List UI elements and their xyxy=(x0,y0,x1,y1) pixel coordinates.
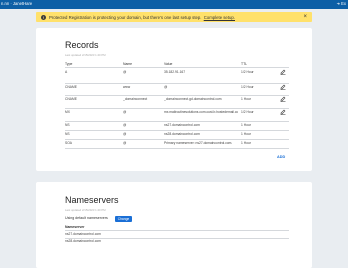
complete-setup-link[interactable]: Complete setup. xyxy=(204,15,235,20)
record-type-cell: A xyxy=(65,70,68,74)
record-type-cell: CNAME xyxy=(65,96,77,101)
record-ttl-cell: 1 Hour xyxy=(241,96,251,101)
row-divider xyxy=(65,82,289,84)
nameservers-card: Nameservers Last updated 2/15/2023 1:40 … xyxy=(36,182,312,268)
edit-icon[interactable] xyxy=(280,96,286,102)
edit-icon[interactable] xyxy=(280,84,286,90)
record-ttl-cell: 1/2 Hour xyxy=(241,84,254,89)
banner-message: Protected Registration is protecting you… xyxy=(49,14,202,20)
record-name-cell: @ xyxy=(123,131,127,136)
change-nameservers-button[interactable]: Change xyxy=(115,216,132,222)
record-name-cell: @ xyxy=(123,140,127,145)
records-title: Records xyxy=(65,40,99,50)
record-type-cell: SOA xyxy=(65,140,72,145)
add-record-button[interactable]: ADD xyxy=(277,155,285,160)
nameservers-last-updated: Last updated 2/15/2023 1:40 PM xyxy=(65,208,106,212)
record-value-cell: mx.mailroutinesolutions.com.cust.b.hoste… xyxy=(164,109,238,114)
row-divider xyxy=(65,94,289,96)
records-card: Records Last updated 2/15/2023 1:40 PM T… xyxy=(36,28,312,171)
row-divider xyxy=(65,120,289,122)
record-ttl-cell: 1/2 Hour xyxy=(241,109,254,114)
row-divider xyxy=(65,129,289,131)
record-type-cell: NS xyxy=(65,131,70,136)
column-header-value: Value xyxy=(164,62,173,66)
records-last-updated: Last updated 2/15/2023 1:40 PM xyxy=(65,53,106,57)
top-bar: n.nn · JanetHare ➜Ex xyxy=(0,0,348,9)
nameserver-header: Nameserver xyxy=(65,225,85,229)
nameservers-title: Nameservers xyxy=(65,195,119,205)
record-value-cell: ns28.domaincontrol.com xyxy=(164,131,200,136)
record-value-cell: ns27.domaincontrol.com xyxy=(164,122,200,127)
header-divider xyxy=(65,67,289,68)
record-value-cell: _domainconnect.gd.domaincontrol.com xyxy=(164,96,222,101)
exit-link[interactable]: ➜Ex xyxy=(337,1,346,7)
row-divider xyxy=(65,147,289,149)
exit-icon: ➜ xyxy=(336,1,341,6)
row-divider xyxy=(65,107,289,109)
edit-icon[interactable] xyxy=(280,109,286,115)
banner-text: Protected Registration is protecting you… xyxy=(49,15,235,20)
record-type-cell: NS xyxy=(65,122,70,127)
account-label[interactable]: n.nn · JanetHare xyxy=(1,1,32,7)
nameserver-item: ns28.domaincontrol.com xyxy=(65,239,101,243)
column-header-type: Type xyxy=(65,62,73,66)
record-ttl-cell: 1 Hour xyxy=(241,131,251,136)
record-name-cell: www xyxy=(123,84,131,89)
column-header-ttl: TTL xyxy=(241,62,248,66)
record-name-cell: @ xyxy=(123,109,127,114)
record-ttl-cell: 1 Hour xyxy=(241,122,251,127)
record-value-cell: 35.182.91.167 xyxy=(164,70,186,74)
nameserver-divider xyxy=(65,230,289,231)
record-ttl-cell: 1/2 Hour xyxy=(241,70,254,74)
record-name-cell: @ xyxy=(123,70,127,74)
info-icon: ! xyxy=(41,14,46,20)
record-name-cell: _domainconnect xyxy=(123,96,148,101)
close-icon[interactable]: × xyxy=(303,14,307,21)
record-type-cell: CNAME xyxy=(65,84,77,89)
record-name-cell: @ xyxy=(123,122,127,127)
row-divider xyxy=(65,138,289,140)
record-ttl-cell: 1 Hour xyxy=(241,140,251,145)
using-default-text: Using default nameservers xyxy=(65,216,108,220)
exit-label: Ex xyxy=(341,1,346,6)
column-header-name: Name xyxy=(123,62,133,66)
edit-icon[interactable] xyxy=(280,69,286,75)
nameserver-item: ns27.domaincontrol.com xyxy=(65,232,101,236)
record-type-cell: MX xyxy=(65,109,70,114)
setup-banner: ! Protected Registration is protecting y… xyxy=(36,12,312,22)
record-value-cell: @ xyxy=(164,84,168,89)
record-value-cell: Primary nameserver: ns27.domaincontrol.c… xyxy=(164,140,233,145)
nameserver-divider xyxy=(65,237,289,239)
